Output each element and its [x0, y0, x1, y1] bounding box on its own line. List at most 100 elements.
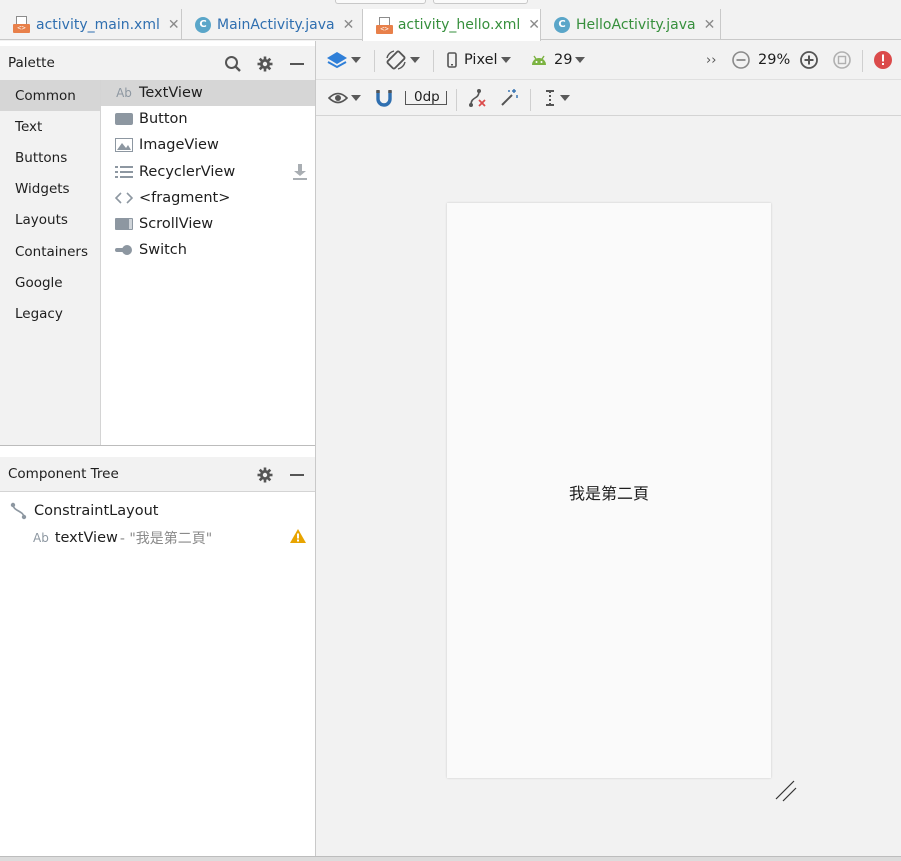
- palette-item-label: Button: [139, 111, 188, 128]
- zoom-in-icon: [799, 50, 819, 70]
- tab-label: MainActivity.java: [217, 16, 335, 33]
- zoom-fit-icon: [832, 50, 852, 70]
- button-icon: [115, 111, 133, 127]
- device-label: Pixel: [464, 52, 498, 68]
- switch-icon: [115, 242, 133, 258]
- palette-item-label: TextView: [139, 85, 203, 102]
- tree-row-constraintlayout[interactable]: ConstraintLayout: [0, 497, 315, 524]
- palette-items: Ab TextView Button ImageView RecyclerVie…: [101, 80, 315, 445]
- autoconnect-toggle[interactable]: [375, 80, 393, 115]
- category-google[interactable]: Google: [0, 267, 100, 298]
- close-icon[interactable]: ✕: [343, 17, 355, 33]
- component-tree: ConstraintLayout Ab textView - "我是第二頁": [0, 497, 315, 551]
- palette-item-button[interactable]: Button: [101, 106, 315, 132]
- chevron-down-icon: [410, 57, 420, 63]
- chevron-down-icon: [500, 57, 511, 63]
- overflow-button[interactable]: ››: [706, 41, 716, 79]
- palette-item-label: Switch: [139, 242, 187, 259]
- category-text[interactable]: Text: [0, 111, 100, 142]
- palette-item-label: <fragment>: [139, 189, 231, 206]
- layers-icon: [326, 50, 348, 70]
- chevron-down-icon: [351, 57, 361, 63]
- tree-row-textview[interactable]: Ab textView - "我是第二頁": [0, 524, 315, 551]
- minimize-icon[interactable]: [287, 54, 307, 74]
- category-common[interactable]: Common: [0, 80, 100, 112]
- zoom-out-button[interactable]: [731, 41, 751, 79]
- palette-item-imageview[interactable]: ImageView: [101, 132, 315, 158]
- editor-tab-bar: <> activity_main.xml ✕ C MainActivity.ja…: [0, 0, 901, 41]
- resize-handle-icon[interactable]: [774, 779, 798, 807]
- tree-child-name: textView: [54, 529, 118, 546]
- rotate-icon: [385, 49, 407, 71]
- gear-icon[interactable]: [255, 54, 275, 74]
- window-strip-left: [335, 0, 426, 4]
- gear-icon[interactable]: [255, 465, 275, 485]
- margin-value: 0dp: [405, 90, 447, 105]
- code-icon: [115, 190, 133, 206]
- palette-item-fragment[interactable]: <fragment>: [101, 185, 315, 211]
- design-canvas[interactable]: 我是第二頁: [316, 117, 901, 856]
- palette-item-scrollview[interactable]: ScrollView: [101, 211, 315, 237]
- device-dropdown[interactable]: Pixel: [447, 41, 511, 79]
- api-level-dropdown[interactable]: 29: [531, 41, 586, 79]
- zoom-to-fit-button[interactable]: [832, 41, 852, 79]
- textview-icon: Ab: [33, 530, 49, 545]
- palette-item-recyclerview[interactable]: RecyclerView: [101, 159, 315, 185]
- palette-title: Palette: [8, 55, 55, 71]
- tab-activity-main-xml[interactable]: <> activity_main.xml ✕: [0, 9, 182, 40]
- tab-hello-activity-java[interactable]: C HelloActivity.java ✕: [541, 9, 721, 40]
- category-widgets[interactable]: Widgets: [0, 174, 100, 205]
- download-icon[interactable]: [293, 163, 307, 184]
- list-icon: [115, 164, 133, 180]
- java-class-icon: C: [554, 16, 570, 33]
- infer-constraints-button[interactable]: [499, 80, 519, 115]
- eye-icon: [328, 91, 348, 105]
- palette-item-label: ImageView: [139, 137, 219, 154]
- orientation-dropdown[interactable]: [385, 41, 420, 79]
- layers-dropdown[interactable]: [326, 41, 361, 79]
- preview-textview[interactable]: 我是第二頁: [447, 480, 771, 504]
- chevron-down-icon: [560, 94, 570, 101]
- tab-label: activity_hello.xml: [397, 17, 521, 33]
- category-layouts[interactable]: Layouts: [0, 205, 100, 236]
- toolbar-separator: [374, 50, 375, 72]
- toolbar-separator: [433, 50, 434, 72]
- zoom-level: 29%: [758, 52, 791, 68]
- guidelines-dropdown[interactable]: [543, 80, 570, 115]
- magic-wand-icon: [499, 88, 519, 108]
- category-legacy[interactable]: Legacy: [0, 298, 100, 329]
- zoom-in-button[interactable]: [799, 41, 819, 79]
- clear-constraints-button[interactable]: [467, 80, 487, 115]
- view-options-dropdown[interactable]: [328, 80, 361, 115]
- phone-icon: [447, 52, 457, 68]
- default-margin-dropdown[interactable]: 0dp: [405, 80, 447, 115]
- minimize-icon[interactable]: [287, 465, 307, 485]
- magnet-icon: [375, 89, 393, 107]
- close-icon[interactable]: ✕: [704, 17, 716, 33]
- tab-main-activity-java[interactable]: C MainActivity.java ✕: [182, 9, 363, 40]
- palette-item-label: ScrollView: [139, 216, 214, 233]
- close-icon[interactable]: ✕: [528, 17, 540, 33]
- clear-constraints-icon: [467, 88, 487, 108]
- status-bar: [0, 856, 901, 861]
- xml-file-icon: <>: [376, 16, 393, 34]
- android-icon: [531, 54, 547, 66]
- window-strip-right: [433, 0, 528, 4]
- device-preview-screen[interactable]: 我是第二頁: [447, 203, 771, 778]
- android-studio-layout-editor: <> activity_main.xml ✕ C MainActivity.ja…: [0, 0, 901, 861]
- panel-splitter[interactable]: [0, 445, 315, 446]
- xml-file-icon: <>: [13, 16, 30, 33]
- scrollview-icon: [115, 216, 133, 232]
- component-tree-title: Component Tree: [8, 466, 119, 482]
- error-button[interactable]: [873, 41, 893, 79]
- java-class-icon: C: [195, 16, 211, 33]
- palette-item-switch[interactable]: Switch: [101, 237, 315, 263]
- category-buttons[interactable]: Buttons: [0, 142, 100, 173]
- palette-item-textview[interactable]: Ab TextView: [101, 80, 315, 107]
- tab-activity-hello-xml[interactable]: <> activity_hello.xml ✕: [362, 9, 541, 41]
- design-toolbar-secondary: 0dp: [316, 80, 901, 116]
- close-icon[interactable]: ✕: [168, 17, 180, 33]
- category-containers[interactable]: Containers: [0, 236, 100, 267]
- warning-icon[interactable]: [289, 528, 307, 548]
- search-icon[interactable]: [223, 54, 243, 74]
